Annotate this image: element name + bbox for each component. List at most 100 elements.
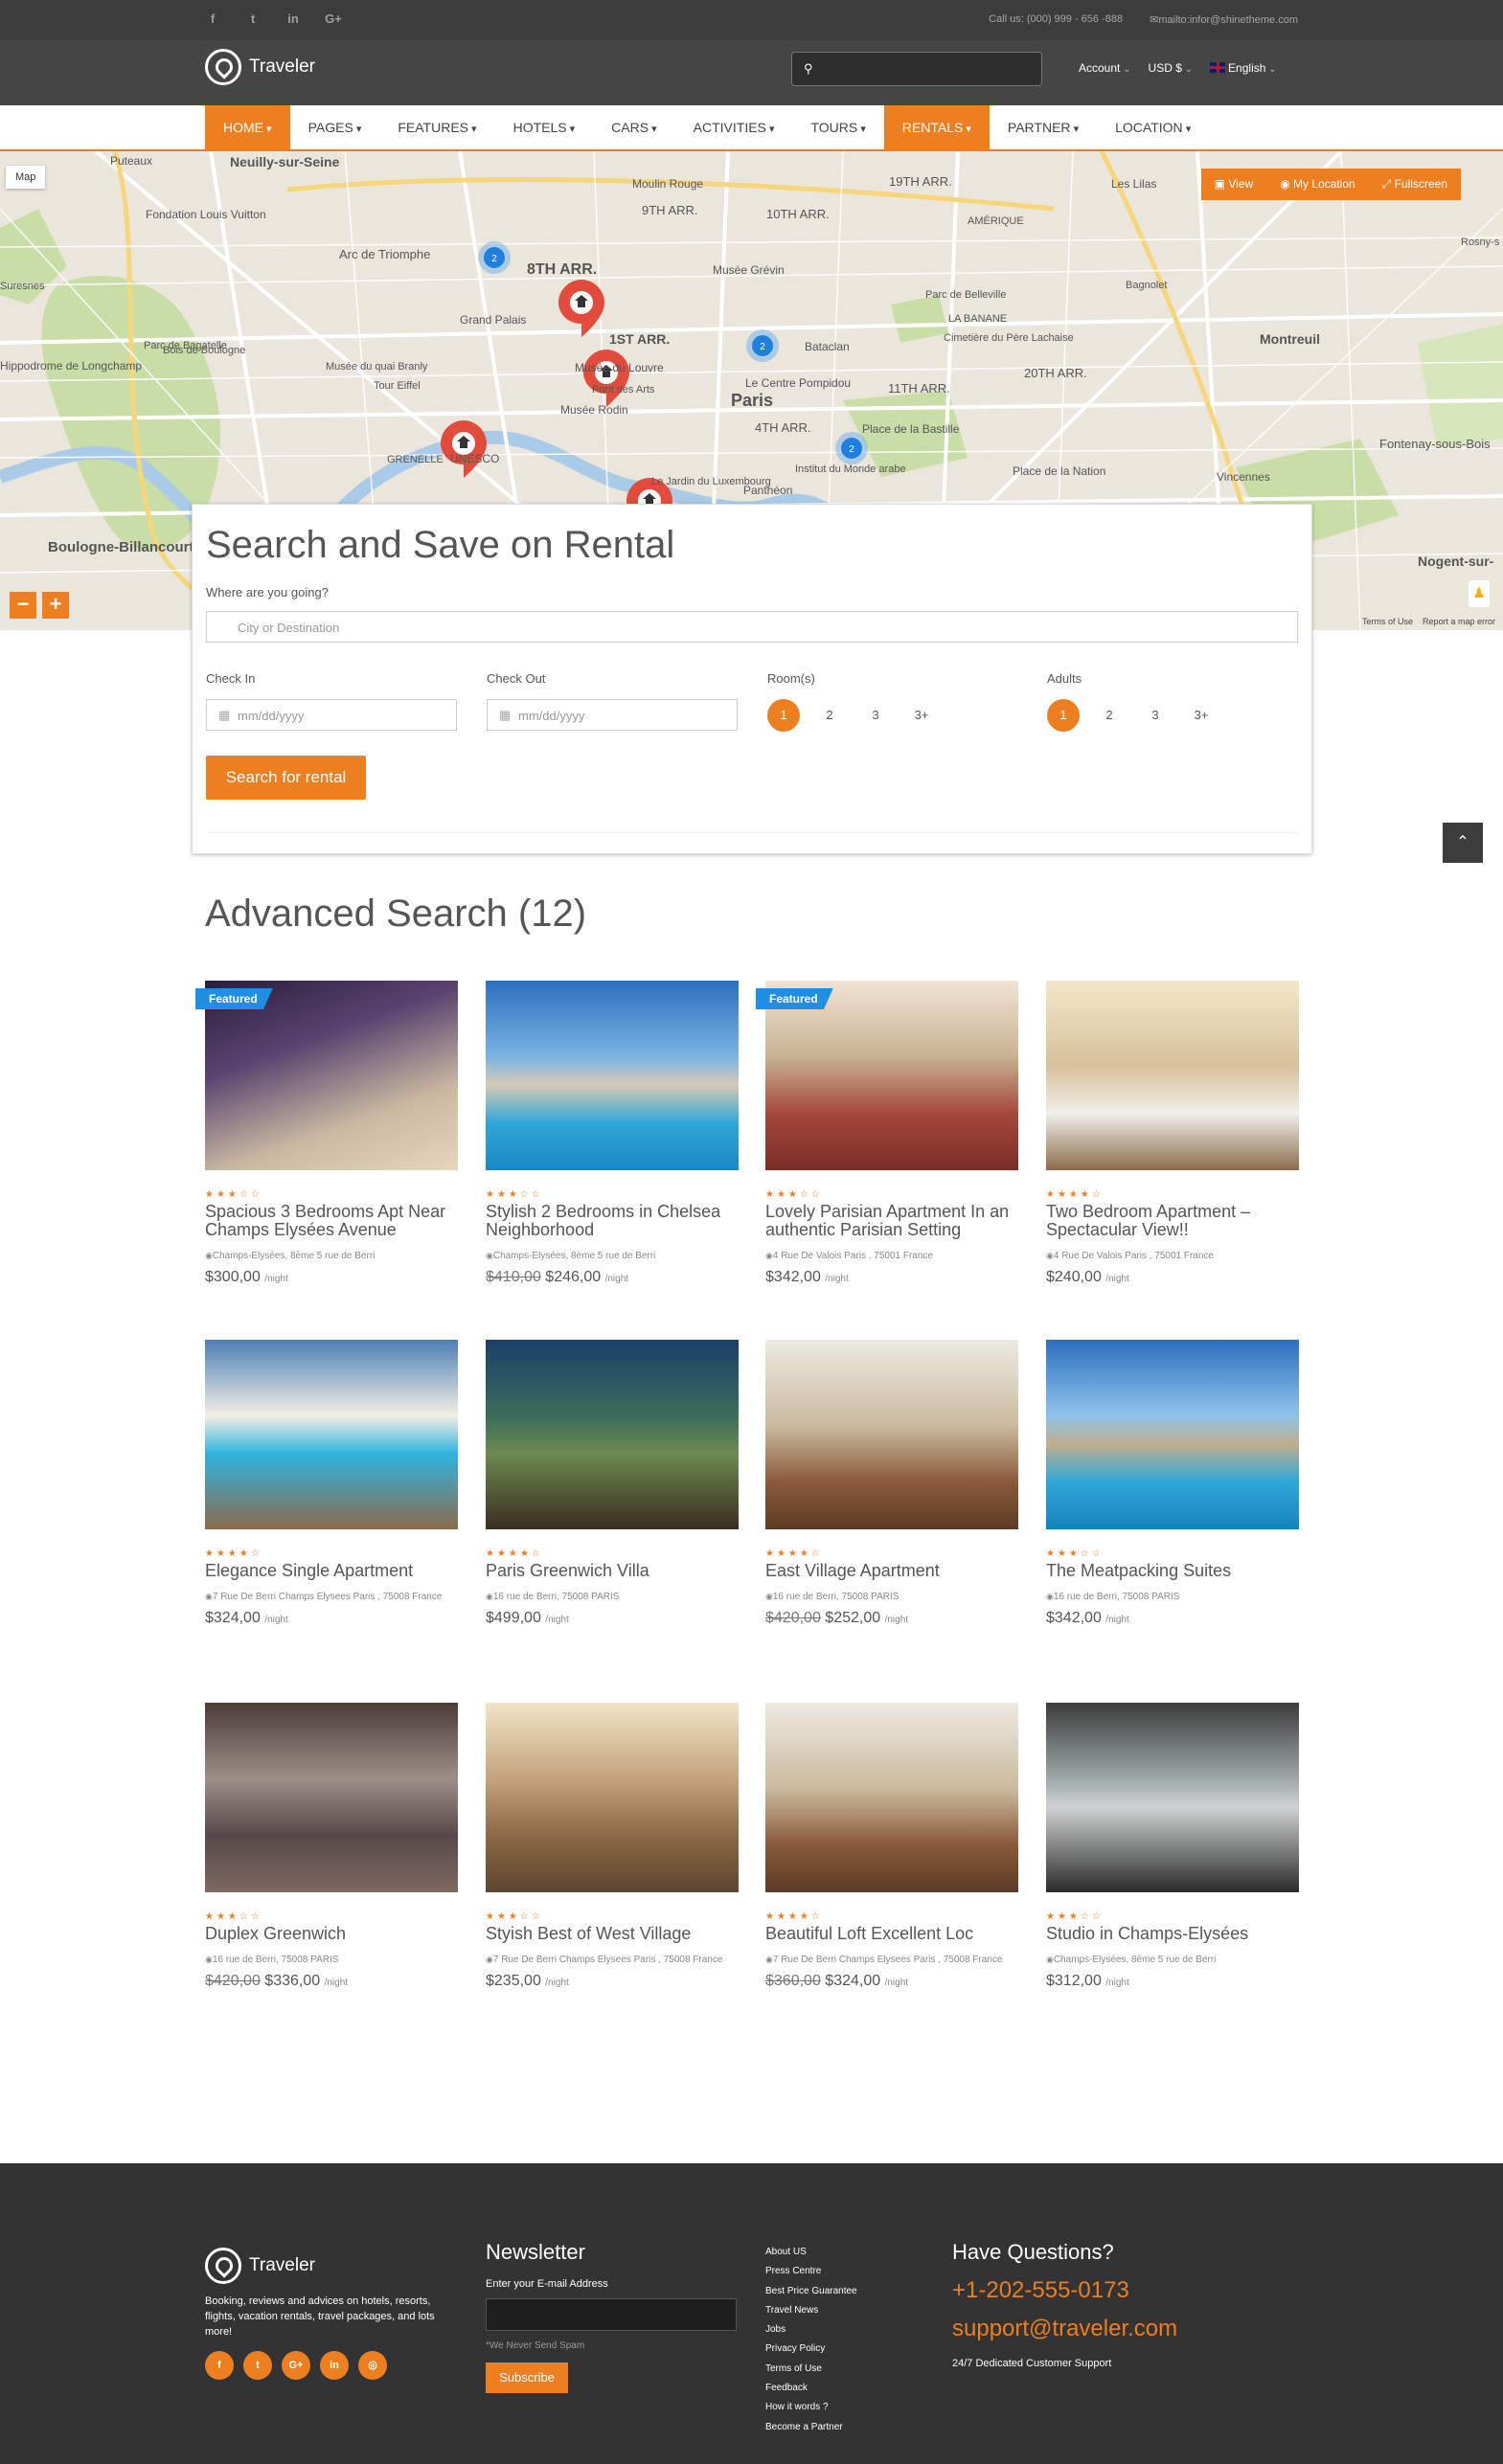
rental-photo[interactable]: Featured — [756, 981, 1018, 1170]
linkedin-icon[interactable]: in — [284, 11, 303, 26]
logo[interactable]: Traveler — [205, 49, 315, 85]
rental-photo[interactable] — [205, 1340, 458, 1529]
map-cluster-count[interactable]: 2 — [760, 342, 765, 352]
rental-title[interactable]: Paris Greenwich Villa — [486, 1562, 739, 1580]
rooms-option[interactable]: 1 — [767, 699, 800, 732]
map-report-link[interactable]: Report a map error — [1423, 617, 1495, 626]
dribbble-icon[interactable]: ◎ — [358, 2351, 387, 2380]
zoom-in-button[interactable]: + — [42, 592, 69, 619]
nav-item-partner[interactable]: PARTNER — [990, 105, 1097, 149]
google-plus-icon[interactable]: G+ — [324, 11, 343, 26]
footer-link[interactable]: Terms of Use — [765, 2360, 857, 2379]
facebook-icon[interactable]: f — [203, 11, 222, 26]
map-type-button[interactable]: Map — [6, 166, 46, 189]
rental-card[interactable]: ★★★☆☆ Styish Best of West Village 7 Rue De… — [486, 1703, 739, 1990]
rental-photo[interactable] — [1046, 1703, 1299, 1892]
footer-link[interactable]: Become a Partner — [765, 2418, 857, 2437]
nav-item-activities[interactable]: ACTIVITIES — [675, 105, 793, 149]
rental-title[interactable]: Two Bedroom Apartment – Spectacular View… — [1046, 1203, 1299, 1239]
subscribe-button[interactable]: Subscribe — [486, 2362, 568, 2393]
rental-photo[interactable] — [1046, 1340, 1299, 1529]
rental-title[interactable]: Beautiful Loft Excellent Loc — [765, 1925, 1018, 1943]
nav-item-features[interactable]: FEATURES — [379, 105, 494, 149]
rooms-option[interactable]: 3 — [859, 699, 892, 732]
rental-card[interactable]: ★★★☆☆ Studio in Champs-Elysées Champs-Elys… — [1046, 1703, 1299, 1990]
nav-item-tours[interactable]: TOURS — [792, 105, 883, 149]
rental-title[interactable]: The Meatpacking Suites — [1046, 1562, 1299, 1580]
map-terms-link[interactable]: Terms of Use — [1362, 617, 1413, 626]
rental-title[interactable]: East Village Apartment — [765, 1562, 1018, 1580]
rental-card[interactable]: ★★★★☆ Two Bedroom Apartment – Spectacular… — [1046, 981, 1299, 1286]
footer-link[interactable]: Travel News — [765, 2301, 857, 2320]
my-location-button[interactable]: ◉ My Location — [1266, 169, 1369, 200]
search-rental-button[interactable]: Search for rental — [206, 756, 366, 800]
rental-card[interactable]: ★★★★☆ East Village Apartment 16 rue de Ber… — [765, 1340, 1018, 1627]
rental-photo[interactable] — [1046, 981, 1299, 1170]
nav-item-hotels[interactable]: HOTELS — [495, 105, 594, 149]
support-email[interactable]: support@traveler.com — [952, 2316, 1177, 2342]
nav-item-rentals[interactable]: RENTALS — [883, 105, 990, 149]
rental-title[interactable]: Lovely Parisian Apartment In an authenti… — [765, 1203, 1018, 1239]
footer-logo[interactable]: Traveler — [205, 2248, 315, 2284]
linkedin-icon[interactable]: in — [320, 2351, 349, 2380]
rental-title[interactable]: Elegance Single Apartment — [205, 1562, 458, 1580]
rental-card[interactable]: ★★★☆☆ Stylish 2 Bedrooms in Chelsea Neigh… — [486, 981, 739, 1286]
rental-photo[interactable] — [765, 1340, 1018, 1529]
adults-option[interactable]: 2 — [1093, 699, 1126, 732]
support-phone[interactable]: +1-202-555-0173 — [952, 2277, 1129, 2304]
rooms-option[interactable]: 2 — [813, 699, 846, 732]
rental-photo[interactable]: Featured — [195, 981, 458, 1170]
footer-link[interactable]: Feedback — [765, 2379, 857, 2398]
top-email-link[interactable]: mailto:infor@shinetheme.com — [1150, 13, 1298, 26]
scroll-to-top-button[interactable]: ⌃ — [1443, 823, 1483, 863]
rental-photo[interactable] — [205, 1703, 458, 1892]
checkout-input[interactable]: mm/dd/yyyy — [487, 699, 738, 731]
nav-item-location[interactable]: LOCATION — [1097, 105, 1209, 149]
rental-title[interactable]: Studio in Champs-Elysées — [1046, 1925, 1299, 1943]
facebook-icon[interactable]: f — [205, 2351, 234, 2380]
twitter-icon[interactable]: t — [243, 2351, 272, 2380]
rental-card[interactable]: ★★★☆☆ The Meatpacking Suites 16 rue de Ber… — [1046, 1340, 1299, 1627]
newsletter-email-input[interactable] — [486, 2298, 737, 2331]
rental-card[interactable]: Featured ★★★☆☆ Lovely Parisian Apartment I… — [756, 981, 1018, 1286]
twitter-icon[interactable]: t — [243, 11, 262, 26]
rental-card[interactable]: ★★★☆☆ Duplex Greenwich 16 rue de Berri, 75… — [205, 1703, 458, 1990]
rental-card[interactable]: Featured ★★★☆☆ Spacious 3 Bedrooms Apt Nea… — [195, 981, 458, 1286]
zoom-out-button[interactable]: − — [10, 592, 36, 619]
rental-title[interactable]: Styish Best of West Village — [486, 1925, 739, 1943]
map-cluster-count[interactable]: 2 — [849, 444, 854, 455]
rental-title[interactable]: Spacious 3 Bedrooms Apt Near Champs Elys… — [205, 1203, 458, 1239]
footer-link[interactable]: About US — [765, 2243, 857, 2262]
rooms-option[interactable]: 3+ — [905, 699, 938, 732]
fullscreen-button[interactable]: ⤢ Fullscreen — [1369, 169, 1461, 200]
rental-photo[interactable] — [486, 1703, 739, 1892]
checkin-input[interactable]: mm/dd/yyyy — [206, 699, 457, 731]
map-cluster-count[interactable]: 2 — [491, 254, 497, 264]
nav-item-pages[interactable]: PAGES — [290, 105, 380, 149]
language-dropdown[interactable]: English — [1210, 61, 1277, 75]
adults-option[interactable]: 1 — [1047, 699, 1080, 732]
rental-title[interactable]: Stylish 2 Bedrooms in Chelsea Neighborho… — [486, 1203, 739, 1239]
street-view-pegman-icon[interactable]: ♟ — [1469, 580, 1490, 607]
adults-option[interactable]: 3+ — [1185, 699, 1218, 732]
adults-option[interactable]: 3 — [1139, 699, 1172, 732]
rental-title[interactable]: Duplex Greenwich — [205, 1925, 458, 1943]
rental-photo[interactable] — [765, 1703, 1018, 1892]
rental-card[interactable]: ★★★★☆ Elegance Single Apartment 7 Rue De B… — [205, 1340, 458, 1627]
map-view-button[interactable]: ▣ View — [1201, 169, 1266, 200]
rental-photo[interactable] — [486, 981, 739, 1170]
account-dropdown[interactable]: Account — [1079, 61, 1131, 75]
footer-link[interactable]: Privacy Policy — [765, 2340, 857, 2359]
footer-link[interactable]: Jobs — [765, 2320, 857, 2340]
nav-item-cars[interactable]: CARS — [593, 105, 674, 149]
footer-link[interactable]: Press Centre — [765, 2262, 857, 2281]
footer-link[interactable]: How it words ? — [765, 2398, 857, 2417]
currency-dropdown[interactable]: USD $ — [1149, 61, 1194, 75]
google-plus-icon[interactable]: G+ — [282, 2351, 310, 2380]
footer-link[interactable]: Best Price Guarantee — [765, 2282, 857, 2301]
header-search-input[interactable]: ⚲ — [791, 52, 1042, 86]
destination-input[interactable]: City or Destination — [206, 611, 1298, 643]
rental-photo[interactable] — [486, 1340, 739, 1529]
rental-card[interactable]: ★★★★☆ Paris Greenwich Villa 16 rue de Berr… — [486, 1340, 739, 1627]
nav-item-home[interactable]: HOME — [205, 105, 290, 149]
